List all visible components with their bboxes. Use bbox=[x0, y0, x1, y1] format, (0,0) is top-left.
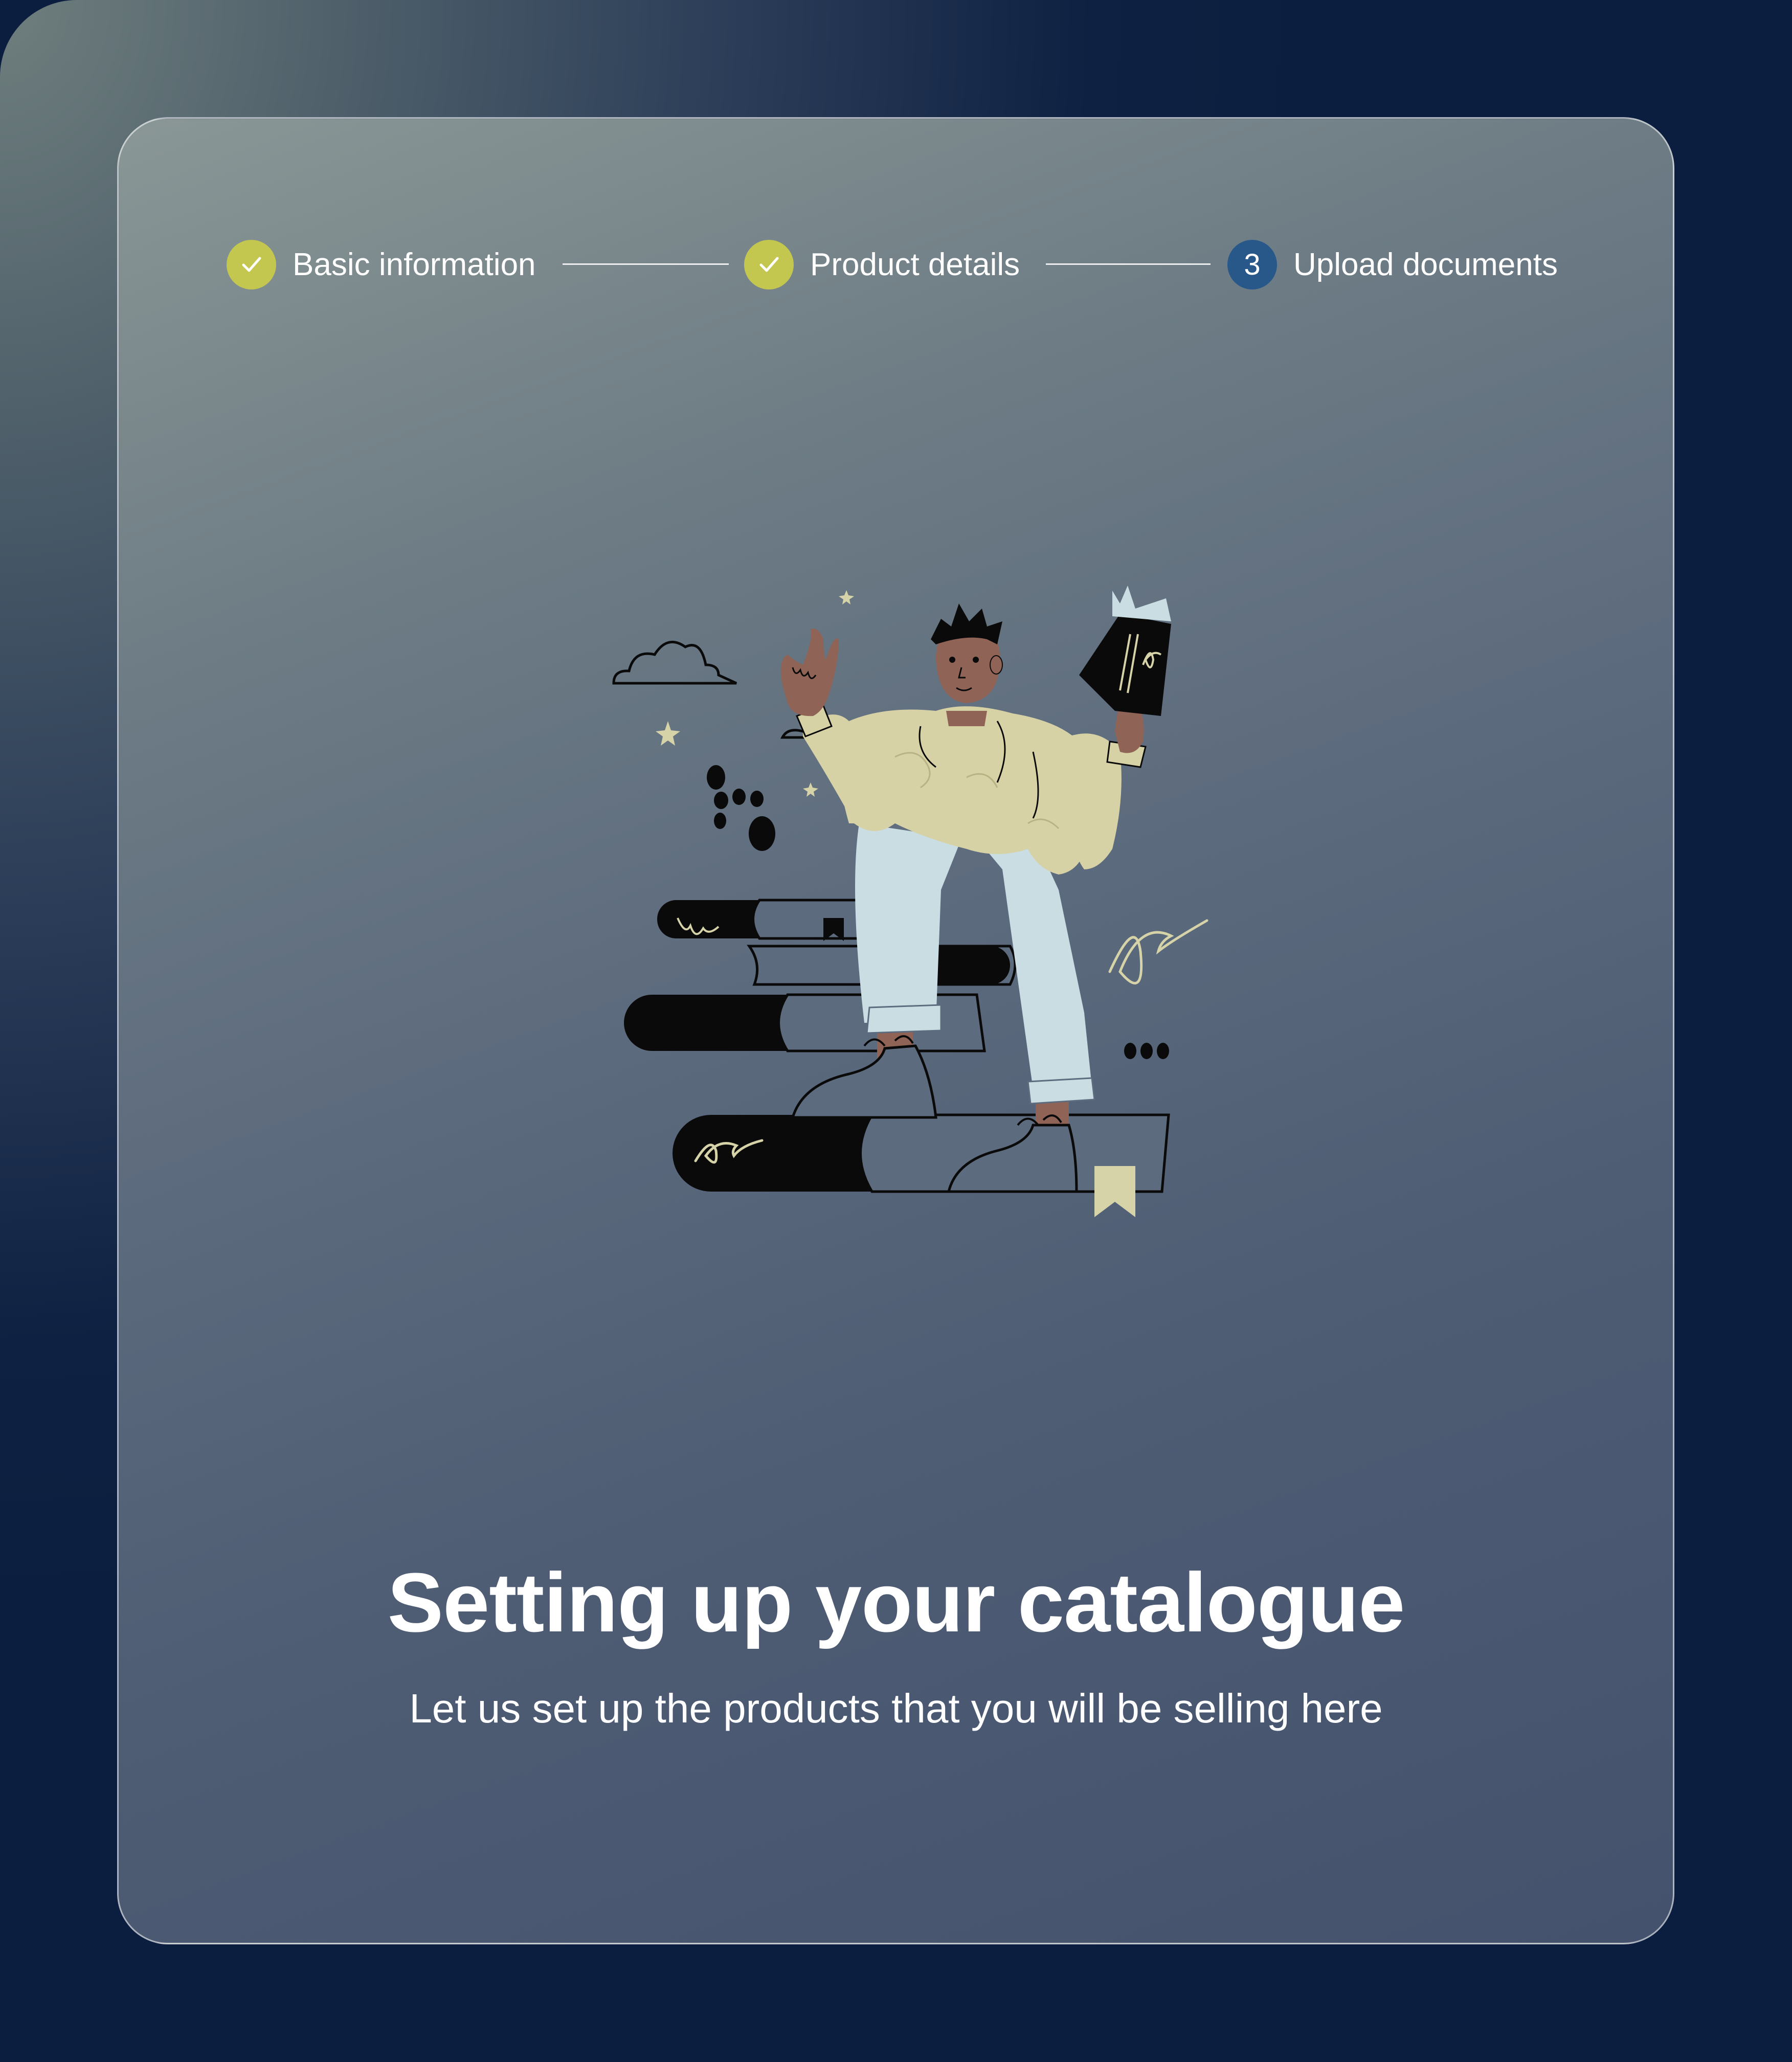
step-label: Product details bbox=[810, 246, 1020, 282]
person-stepping-on-books-illustration bbox=[612, 586, 1208, 1217]
progress-stepper: Basic information Product details 3 Uplo… bbox=[0, 239, 1792, 290]
step-connector bbox=[1046, 263, 1211, 265]
check-icon bbox=[759, 257, 778, 272]
step-label: Upload documents bbox=[1293, 246, 1558, 282]
step-upload-documents[interactable]: 3 Upload documents bbox=[1227, 239, 1558, 290]
star-icon bbox=[839, 590, 854, 604]
step-product-details[interactable]: Product details bbox=[744, 239, 1020, 290]
step-complete-badge bbox=[744, 239, 794, 289]
page-title: Setting up your catalogue bbox=[387, 1556, 1405, 1649]
step-connector bbox=[563, 263, 729, 265]
star-icon bbox=[803, 782, 818, 797]
step-current-badge: 3 bbox=[1227, 239, 1277, 289]
page-subtitle: Let us set up the products that you will… bbox=[409, 1686, 1383, 1731]
step-label: Basic information bbox=[293, 246, 536, 282]
app-background: Basic information Product details 3 Uplo… bbox=[0, 0, 1792, 2062]
star-icon bbox=[656, 721, 680, 746]
cloud-icon bbox=[612, 641, 737, 685]
check-icon bbox=[242, 257, 261, 272]
step-complete-badge bbox=[227, 239, 276, 289]
step-basic-information[interactable]: Basic information bbox=[227, 239, 536, 290]
step-number: 3 bbox=[1244, 248, 1261, 281]
